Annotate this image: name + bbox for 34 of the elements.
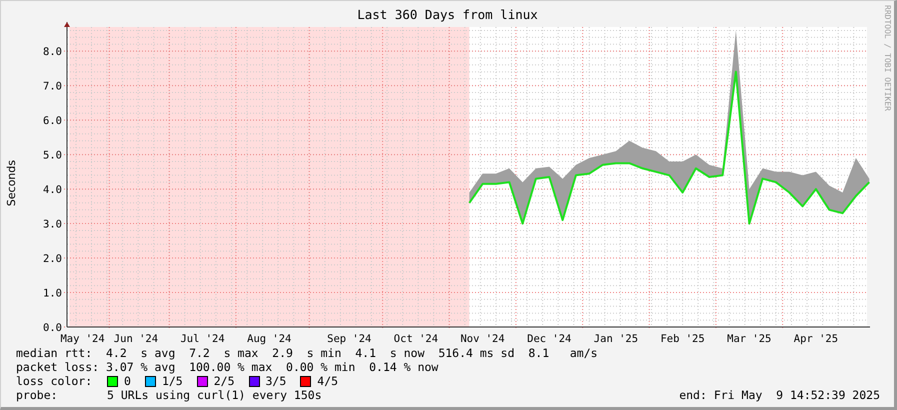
x-tick-label: Dec '24 <box>527 333 572 345</box>
y-tick-label: 1.0 <box>43 288 62 300</box>
x-tick-label: Apr '25 <box>794 333 838 345</box>
legend-label: 1/5 <box>162 374 183 388</box>
x-tick-label: Jul '24 <box>180 333 225 345</box>
end-timestamp: end: Fri May 9 14:52:39 2025 <box>679 388 880 402</box>
x-tick-label: Nov '24 <box>460 333 505 345</box>
legend-label: probe: <box>16 388 59 402</box>
legend-label: 3/5 <box>266 374 286 388</box>
y-tick-label: 3.0 <box>43 218 62 231</box>
legend-label: 0 <box>124 374 131 388</box>
y-tick-label: 5.0 <box>43 150 62 162</box>
legend-label: loss color: <box>16 374 94 388</box>
x-tick-label: Aug '24 <box>247 333 292 345</box>
y-tick-label: 2.0 <box>43 253 62 266</box>
y-axis-title: Seconds <box>5 160 19 207</box>
y-tick-label: 0.0 <box>43 322 62 334</box>
legend-label: 2/5 <box>214 374 234 388</box>
y-tick-label: 4.0 <box>43 184 62 196</box>
x-tick-label: Jun '24 <box>114 333 158 345</box>
x-tick-label: Jan '25 <box>594 333 638 345</box>
y-tick-label: 8.0 <box>43 46 62 58</box>
x-tick-label: Feb '25 <box>660 333 705 345</box>
x-tick-label: Mar '25 <box>727 333 772 345</box>
x-tick-label: Sep '24 <box>327 333 372 345</box>
legend-text: 5 URLs using curl(1) every 150s <box>107 388 322 402</box>
y-tick-label: 6.0 <box>43 115 62 128</box>
x-tick-label: Oct '24 <box>394 333 438 345</box>
x-tick-label: May '24 <box>60 333 105 345</box>
legend-text: median rtt: 4.2 s avg 7.2 s max 2.9 s min 4.1 s now 516.4 ms sd 8.1 am/s <box>16 346 598 360</box>
legend-text: packet loss: 3.07 % avg 100.00 % max 0.00 % min 0.14 % now <box>16 360 438 374</box>
y-tick-label: 7.0 <box>43 80 62 93</box>
legend-label: 4/5 <box>317 374 338 388</box>
credit-text: RRDTOOL / TOBI OETIKER <box>882 5 892 111</box>
